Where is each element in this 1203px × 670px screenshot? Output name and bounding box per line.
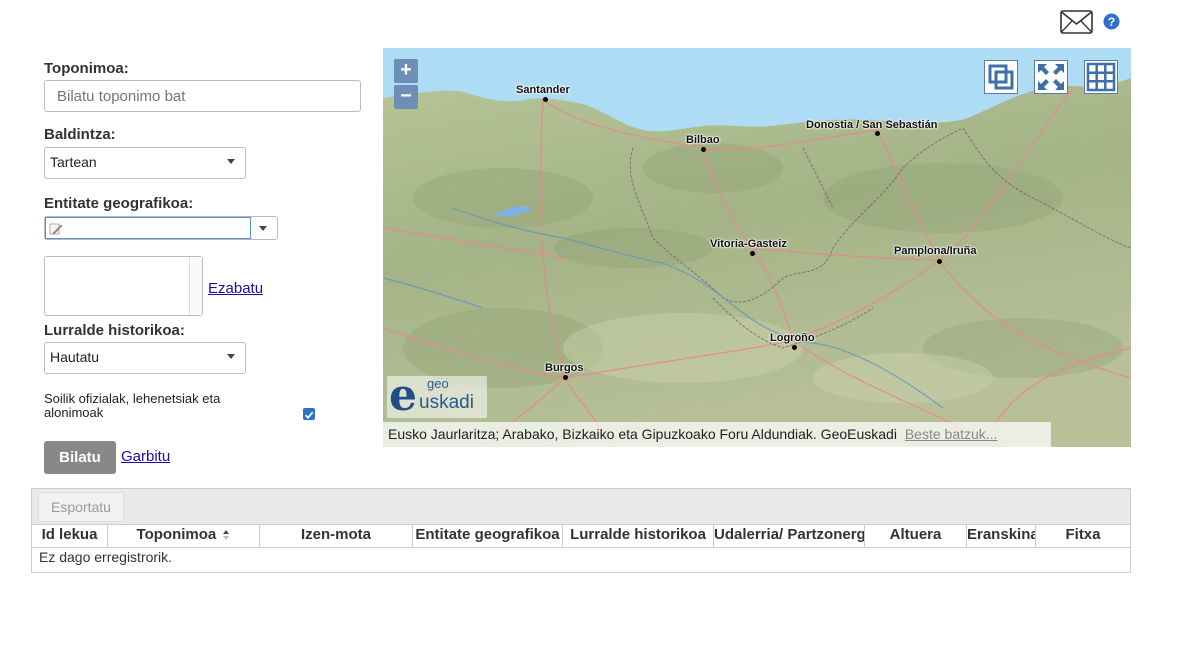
map-view[interactable]: + − Santander Bilbao Donostia / San Seba… xyxy=(383,48,1131,447)
question-icon: ? xyxy=(1103,13,1120,30)
city-label: Pamplona/Iruña xyxy=(894,245,977,257)
chevron-down-icon xyxy=(227,159,235,164)
delete-link[interactable]: Ezabatu xyxy=(208,280,263,297)
layers-icon xyxy=(988,64,1014,90)
column-header-name-type[interactable]: Izen-mota xyxy=(260,525,413,547)
zoom-out-button[interactable]: − xyxy=(394,85,418,109)
fullscreen-button[interactable] xyxy=(1034,60,1068,94)
pencil-icon xyxy=(49,223,63,235)
city-marker xyxy=(875,131,880,136)
column-header-toponym[interactable]: Toponimoa xyxy=(108,525,260,547)
geoeuskadi-logo: geo e uskadi xyxy=(387,370,487,421)
zoom-in-button[interactable]: + xyxy=(394,59,418,83)
chevron-down-icon xyxy=(227,354,235,359)
column-header-annex[interactable]: Eranskina xyxy=(967,525,1036,547)
logo-e-letter: e xyxy=(389,370,417,421)
entity-list-scrollbar[interactable] xyxy=(189,257,202,315)
city-label: Santander xyxy=(516,84,570,96)
column-header-id[interactable]: Id lekua xyxy=(32,525,108,547)
logo-geo-text: geo xyxy=(427,376,449,391)
chevron-down-icon[interactable] xyxy=(259,226,267,231)
city-label: Vitoria-Gasteiz xyxy=(710,238,787,250)
city-label: Donostia / San Sebastián xyxy=(806,119,938,131)
city-marker xyxy=(563,375,568,380)
envelope-icon xyxy=(1060,10,1093,34)
clear-link[interactable]: Garbitu xyxy=(121,448,170,465)
map-attribution: Eusko Jaurlaritza; Arabako, Bizkaiko eta… xyxy=(383,422,1051,447)
grid-icon xyxy=(1086,62,1116,92)
column-header-entity[interactable]: Entitate geografikoa xyxy=(413,525,563,547)
region-value: Hautatu xyxy=(50,349,100,365)
table-header: Id lekua Toponimoa Izen-mota Entitate ge… xyxy=(32,525,1130,548)
mail-button[interactable] xyxy=(1060,10,1093,34)
layers-button[interactable] xyxy=(984,60,1018,94)
toponym-input[interactable] xyxy=(44,80,361,112)
city-marker xyxy=(543,97,548,102)
city-label: Bilbao xyxy=(686,134,720,146)
sort-icon xyxy=(223,530,230,541)
svg-text:?: ? xyxy=(1108,15,1115,29)
official-checkbox[interactable] xyxy=(303,408,315,420)
condition-select[interactable]: Tartean xyxy=(44,147,246,179)
help-button[interactable]: ? xyxy=(1103,13,1120,30)
column-header-region[interactable]: Lurralde historikoa xyxy=(563,525,714,547)
grid-button[interactable] xyxy=(1084,60,1118,94)
more-attribution-link[interactable]: Beste batzuk... xyxy=(905,426,998,442)
region-select[interactable]: Hautatu xyxy=(44,342,246,374)
column-header-toponym-label: Toponimoa xyxy=(136,526,217,543)
city-marker xyxy=(937,259,942,264)
fullscreen-icon xyxy=(1038,64,1064,90)
column-header-municipality[interactable]: Udalerria/ Partzonergoa xyxy=(714,525,865,547)
region-label: Lurralde historikoa: xyxy=(44,322,185,339)
condition-value: Tartean xyxy=(50,154,97,170)
city-label: Logroño xyxy=(770,332,815,344)
search-button[interactable]: Bilatu xyxy=(44,441,116,474)
official-label: Soilik ofizialak, lehenetsiak eta alonim… xyxy=(44,391,221,420)
entity-label: Entitate geografikoa: xyxy=(44,195,194,212)
results-toolbar: Esportatu xyxy=(31,488,1131,525)
city-marker xyxy=(701,147,706,152)
results-table: Id lekua Toponimoa Izen-mota Entitate ge… xyxy=(31,525,1131,573)
attribution-text: Eusko Jaurlaritza; Arabako, Bizkaiko eta… xyxy=(388,426,897,442)
entity-input[interactable] xyxy=(45,217,251,239)
entity-list[interactable] xyxy=(44,256,203,316)
check-icon xyxy=(304,411,314,420)
export-button[interactable]: Esportatu xyxy=(38,492,124,522)
city-label: Burgos xyxy=(545,362,584,374)
column-header-altitude[interactable]: Altuera xyxy=(865,525,967,547)
toponym-label: Toponimoa: xyxy=(44,60,129,77)
city-marker xyxy=(792,345,797,350)
column-header-sheet[interactable]: Fitxa xyxy=(1036,525,1130,547)
logo-uskadi-text: uskadi xyxy=(419,392,474,413)
condition-label: Baldintza: xyxy=(44,126,116,143)
city-marker xyxy=(750,251,755,256)
empty-message: Ez dago erregistrorik. xyxy=(39,549,173,565)
entity-combobox[interactable] xyxy=(44,216,278,240)
